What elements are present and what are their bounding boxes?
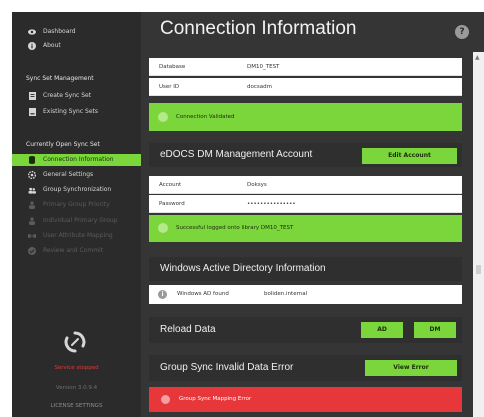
document-plus-icon: [28, 92, 36, 100]
app-logo-icon: [64, 331, 86, 353]
nav-individual-primary-group-label: Individual Primary Group: [43, 217, 118, 224]
userid-value: docsadm: [247, 84, 272, 90]
database-icon: [28, 156, 36, 164]
priority-icon: [28, 201, 36, 209]
ad-title: Windows Active Directory Information: [160, 263, 326, 274]
reload-title: Reload Data: [160, 324, 216, 335]
group-error-header: Group Sync Invalid Data Error View Error: [149, 355, 462, 381]
account-row: Account Doksys: [149, 176, 462, 194]
password-key: Password: [159, 201, 185, 207]
database-row: Database DM10_TEST: [149, 58, 462, 76]
section-sync-set-management: Sync Set Management: [26, 75, 94, 82]
nav-dashboard[interactable]: Dashboard: [12, 26, 141, 38]
nav-general-settings[interactable]: General Settings: [12, 169, 141, 181]
ad-found-label: Windows AD found: [177, 291, 229, 297]
nav-create-sync-set-label: Create Sync Set: [43, 92, 92, 99]
account-value: Doksys: [247, 182, 267, 188]
nav-dashboard-label: Dashboard: [43, 28, 76, 35]
nav-individual-primary-group[interactable]: Individual Primary Group: [12, 215, 141, 227]
login-status-text: Successful logged onto library DM10_TEST: [176, 225, 294, 231]
info-icon: i: [158, 290, 167, 299]
users-icon: [28, 186, 36, 194]
group-error-bar: Group Sync Mapping Error: [149, 387, 462, 412]
document-icon: [28, 108, 36, 116]
app-window: Dashboard About Sync Set Management Crea…: [12, 12, 484, 417]
nav-existing-sync-sets-label: Existing Sync Sets: [43, 108, 99, 115]
edocs-title: eDOCS DM Management Account: [160, 149, 313, 160]
group-error-message: Group Sync Mapping Error: [179, 396, 252, 402]
nav-about[interactable]: About: [12, 40, 141, 52]
nav-create-sync-set[interactable]: Create Sync Set: [12, 90, 141, 102]
reload-header: Reload Data AD DM: [149, 317, 462, 343]
nav-review-and-commit-label: Review and Commit: [43, 247, 104, 254]
nav-review-and-commit[interactable]: Review and Commit: [12, 245, 141, 257]
nav-about-label: About: [43, 42, 61, 49]
scroll-up-icon[interactable]: ▲: [475, 54, 480, 61]
connection-status-bar: Connection Validated: [149, 103, 462, 131]
check-icon: [28, 247, 36, 255]
connection-status-text: Connection Validated: [176, 114, 235, 120]
check-circle-icon: [158, 112, 168, 122]
account-key: Account: [159, 182, 182, 188]
gear-icon: [28, 171, 36, 179]
ad-info-row: i Windows AD found boliden.internal: [149, 285, 462, 304]
ad-domain-value: boliden.internal: [264, 291, 308, 297]
nav-connection-information[interactable]: Connection Information: [12, 154, 141, 166]
nav-group-synchronization[interactable]: Group Synchronization: [12, 184, 141, 196]
license-settings-link[interactable]: LICENSE SETTINGS: [12, 403, 141, 409]
database-key: Database: [159, 64, 186, 70]
nav-primary-group-priority-label: Primary Group Priority: [43, 201, 110, 208]
error-circle-icon: [161, 395, 170, 404]
nav-existing-sync-sets[interactable]: Existing Sync Sets: [12, 106, 141, 118]
sidebar: Dashboard About Sync Set Management Crea…: [12, 12, 141, 417]
section-currently-open-sync-set: Currently Open Sync Set: [26, 141, 100, 148]
user-icon: [28, 217, 36, 225]
nav-user-attribute-mapping-label: User Attribute Mapping: [43, 232, 113, 239]
scrollbar[interactable]: ▲: [473, 52, 484, 417]
info-icon: [28, 42, 36, 50]
view-error-button[interactable]: View Error: [365, 360, 457, 376]
nav-group-synchronization-label: Group Synchronization: [43, 186, 112, 193]
page-title: Connection Information: [160, 18, 357, 39]
nav-connection-information-label: Connection Information: [43, 156, 114, 163]
database-value: DM10_TEST: [247, 64, 280, 70]
reload-dm-button[interactable]: DM: [414, 322, 456, 338]
login-status-bar: Successful logged onto library DM10_TEST: [149, 215, 462, 242]
password-row: Password •••••••••••••••: [149, 195, 462, 213]
check-circle-icon: [158, 223, 168, 233]
edocs-header: eDOCS DM Management Account Edit Account: [149, 143, 462, 167]
service-status: Service stopped: [54, 365, 99, 371]
group-error-title: Group Sync Invalid Data Error: [160, 362, 294, 373]
scroll-thumb[interactable]: [476, 265, 481, 274]
userid-key: User ID: [159, 84, 180, 90]
help-button[interactable]: ?: [455, 25, 469, 39]
eye-icon: [28, 28, 36, 36]
ad-header: Windows Active Directory Information: [149, 257, 462, 281]
nav-user-attribute-mapping[interactable]: User Attribute Mapping: [12, 230, 141, 242]
userid-row: User ID docsadm: [149, 78, 462, 96]
reload-ad-button[interactable]: AD: [361, 322, 403, 338]
mapping-icon: [28, 232, 36, 240]
nav-general-settings-label: General Settings: [43, 171, 94, 178]
edit-account-button[interactable]: Edit Account: [362, 148, 457, 164]
nav-primary-group-priority[interactable]: Primary Group Priority: [12, 199, 141, 211]
version-label: Version 3.0.9.4: [55, 385, 98, 391]
password-value: •••••••••••••••: [247, 201, 296, 207]
